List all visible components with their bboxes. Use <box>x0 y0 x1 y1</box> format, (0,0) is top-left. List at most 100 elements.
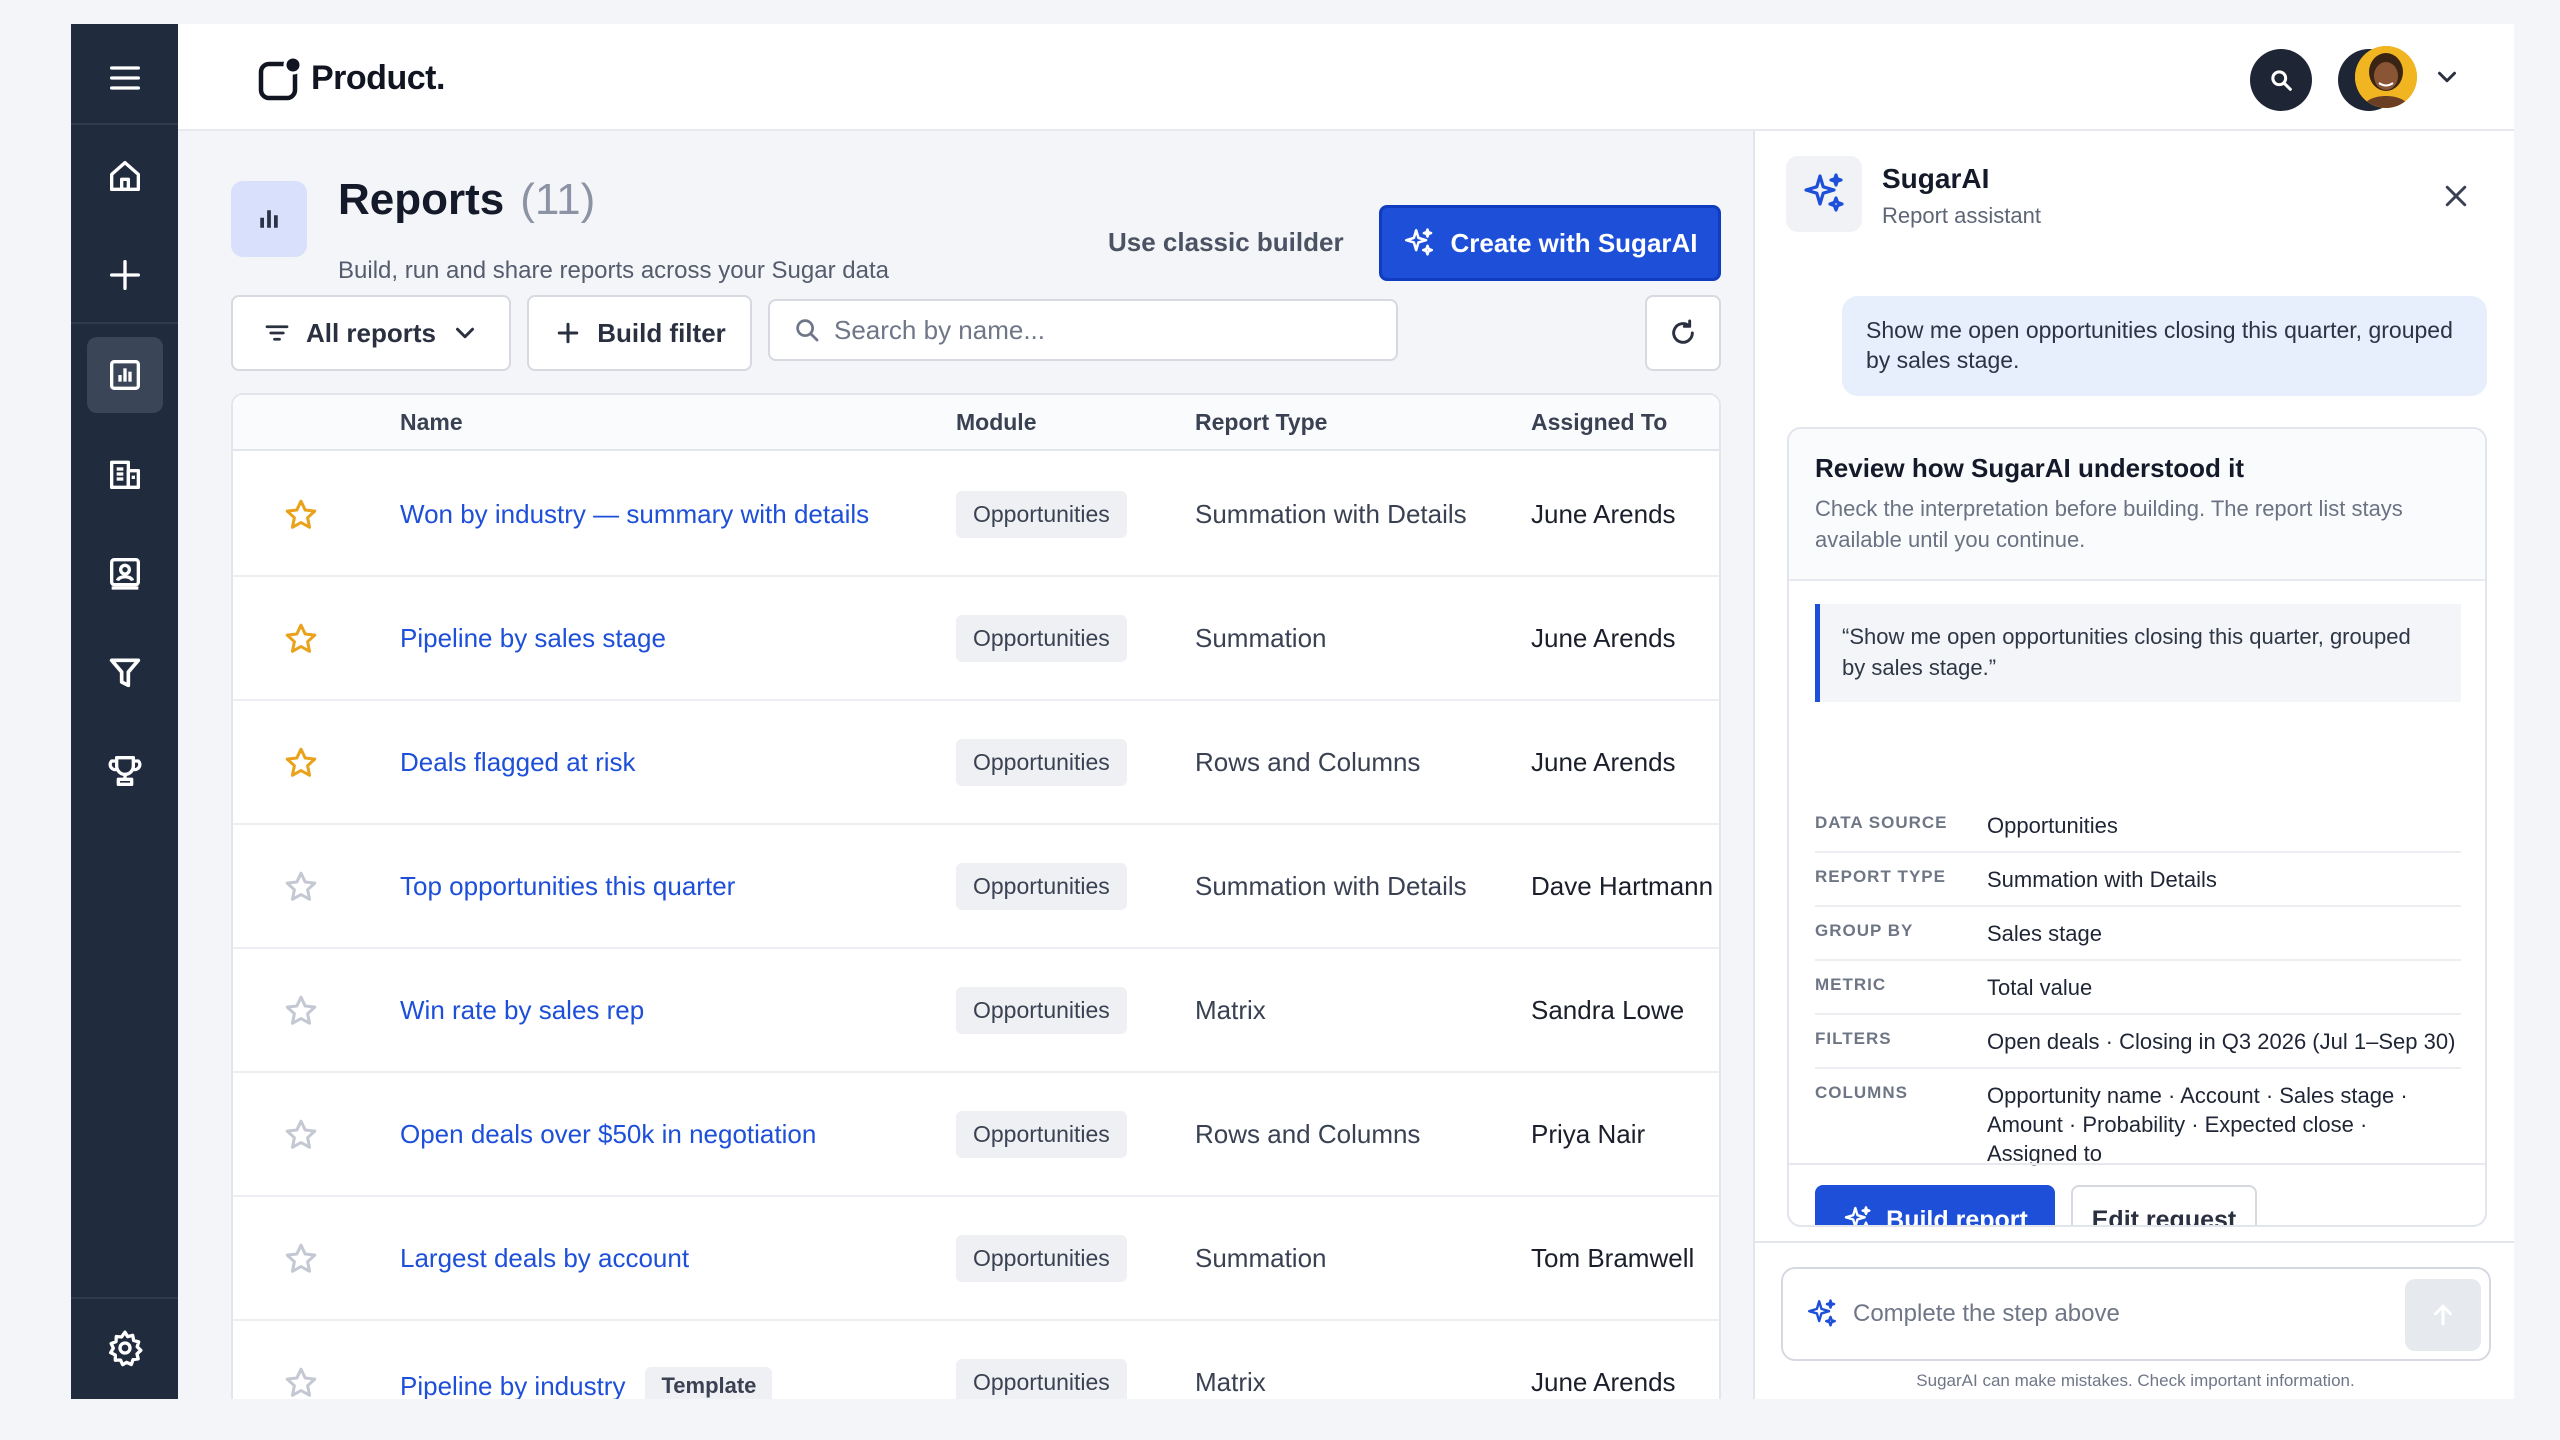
star-outline-icon[interactable] <box>283 1365 319 1399</box>
assigned-to-cell: June Arends <box>1531 499 1676 529</box>
user-avatar[interactable] <box>2355 46 2417 108</box>
top-bar: Product. <box>178 24 2514 131</box>
chat-input[interactable] <box>1853 1300 2383 1328</box>
assigned-to-cell: Priya Nair <box>1531 1119 1646 1149</box>
table-row[interactable]: Largest deals by account Opportunities Sum… <box>233 1197 1719 1321</box>
sidebar-item-settings[interactable] <box>87 1310 163 1386</box>
assigned-to-cell: Dave Hartmann <box>1531 871 1714 901</box>
table-row[interactable]: Win rate by sales rep Opportunities Matrix… <box>233 949 1719 1073</box>
star-filled-icon[interactable] <box>283 745 319 781</box>
field-value: Summation with Details <box>1987 867 2217 892</box>
reports-icon <box>110 360 140 390</box>
logo-icon <box>258 55 303 101</box>
refresh-button[interactable] <box>1645 295 1721 371</box>
create-with-sugarai-button[interactable]: Create with SugarAI <box>1379 205 1721 281</box>
send-button[interactable] <box>2405 1279 2481 1351</box>
star-outline-icon[interactable] <box>283 869 319 905</box>
field-key: COLUMNS <box>1815 1083 1908 1102</box>
interpretation-field: REPORT TYPE Summation with Details <box>1815 853 2461 907</box>
sparkle-icon <box>1808 1299 1836 1327</box>
all-reports-dropdown[interactable]: All reports <box>231 295 511 371</box>
reports-header-badge <box>231 181 307 257</box>
column-header-name[interactable]: Name <box>400 409 463 436</box>
sidebar-item-accounts[interactable] <box>87 436 163 512</box>
interpretation-field: GROUP BY Sales stage <box>1815 907 2461 961</box>
field-key: FILTERS <box>1815 1029 1892 1048</box>
sidebar-item-pipeline[interactable] <box>87 634 163 710</box>
table-header: Name Module Report Type Assigned To <box>233 395 1719 451</box>
report-type-cell: Summation <box>1195 1243 1327 1273</box>
classic-builder-link[interactable]: Use classic builder <box>1108 227 1344 258</box>
field-key: GROUP BY <box>1815 921 1914 940</box>
field-value: Opportunity name · Account · Sales stage… <box>1987 1083 2408 1167</box>
field-value: Total value <box>1987 975 2093 1000</box>
star-outline-icon[interactable] <box>283 1117 319 1153</box>
account-menu-chevron-icon[interactable] <box>2432 62 2462 92</box>
report-name-link[interactable]: Largest deals by account <box>400 1243 689 1274</box>
sidebar-item-contacts[interactable] <box>87 535 163 611</box>
report-name-link[interactable]: Deals flagged at risk <box>400 747 636 778</box>
page-title: Reports (11) <box>338 175 595 225</box>
build-report-button[interactable]: Build report <box>1815 1185 2055 1227</box>
column-header-module[interactable]: Module <box>956 409 1037 436</box>
funnel-icon <box>109 658 141 688</box>
build-filter-button[interactable]: Build filter <box>527 295 752 371</box>
filter-lines-icon <box>265 325 289 341</box>
interpretation-description: Check the interpretation before building… <box>1815 496 2403 552</box>
sidebar-item-reports[interactable] <box>87 337 163 413</box>
report-name-link[interactable]: Open deals over $50k in negotiation <box>400 1119 816 1150</box>
reports-main: Reports (11) Build, run and share report… <box>178 131 1753 1399</box>
edit-request-button[interactable]: Edit request <box>2071 1185 2257 1225</box>
table-row[interactable]: Won by industry — summary with details Op… <box>233 453 1719 577</box>
sidebar-item-home[interactable] <box>87 138 163 214</box>
star-outline-icon[interactable] <box>283 993 319 1029</box>
star-filled-icon[interactable] <box>283 621 319 657</box>
interpretation-title: Review how SugarAI understood it <box>1815 453 2245 483</box>
plus-icon <box>557 322 579 344</box>
table-row[interactable]: Deals flagged at risk Opportunities Rows a… <box>233 701 1719 825</box>
column-header-assigned-to[interactable]: Assigned To <box>1531 409 1667 436</box>
search-input[interactable] <box>834 314 1354 346</box>
sidebar-item-wins[interactable] <box>87 733 163 809</box>
build-report-label: Build report <box>1886 1205 2028 1227</box>
sugarai-badge <box>1786 156 1862 232</box>
trophy-icon <box>108 756 142 786</box>
close-panel-icon[interactable] <box>2441 181 2471 211</box>
interpretation-field: COLUMNS Opportunity name · Account · Sale… <box>1815 1069 2461 1166</box>
brand-logo[interactable]: Product. <box>257 54 445 102</box>
table-row[interactable]: Pipeline by industry Template Opportunitie… <box>233 1321 1719 1400</box>
sidebar-item-create[interactable] <box>87 237 163 313</box>
report-name-link[interactable]: Pipeline by industry <box>400 1371 625 1400</box>
global-search-button[interactable] <box>2250 49 2312 111</box>
report-name-cell: Pipeline by sales stage <box>400 623 666 654</box>
gear-icon <box>109 1330 143 1367</box>
menu-button[interactable] <box>87 40 163 116</box>
composer-area: SugarAI can make mistakes. Check importa… <box>1755 1241 2514 1399</box>
request-quote: “Show me open opportunities closing this… <box>1815 604 2461 702</box>
nav-divider <box>71 123 178 125</box>
nav-divider <box>71 322 178 324</box>
table-row[interactable]: Pipeline by sales stage Opportunities Summ… <box>233 577 1719 701</box>
star-filled-icon[interactable] <box>283 497 319 533</box>
report-name-cell: Pipeline by industry Template <box>400 1367 773 1400</box>
module-tag: Opportunities <box>956 739 1127 786</box>
interpretation-card: Review how SugarAI understood it Check t… <box>1787 427 2487 1227</box>
report-name-link[interactable]: Pipeline by sales stage <box>400 623 666 654</box>
report-name-cell: Top opportunities this quarter <box>400 871 735 902</box>
table-row[interactable]: Top opportunities this quarter Opportunit… <box>233 825 1719 949</box>
field-value: Sales stage <box>1987 921 2102 946</box>
report-name-link[interactable]: Top opportunities this quarter <box>400 871 735 902</box>
table-row[interactable]: Open deals over $50k in negotiation Oppor… <box>233 1073 1719 1197</box>
search-icon <box>2271 70 2292 91</box>
module-tag: Opportunities <box>956 491 1127 538</box>
column-header-report-type[interactable]: Report Type <box>1195 409 1327 436</box>
building-icon <box>110 460 140 489</box>
sidebar-nav <box>71 24 178 1399</box>
report-name-link[interactable]: Win rate by sales rep <box>400 995 644 1026</box>
field-value: Open deals · Closing in Q3 2026 (Jul 1–S… <box>1987 1029 2456 1054</box>
star-outline-icon[interactable] <box>283 1241 319 1277</box>
module-tag: Opportunities <box>956 863 1127 910</box>
report-name-link[interactable]: Won by industry — summary with details <box>400 499 869 530</box>
interpretation-field: METRIC Total value <box>1815 961 2461 1015</box>
report-type-cell: Summation with Details <box>1195 499 1467 529</box>
